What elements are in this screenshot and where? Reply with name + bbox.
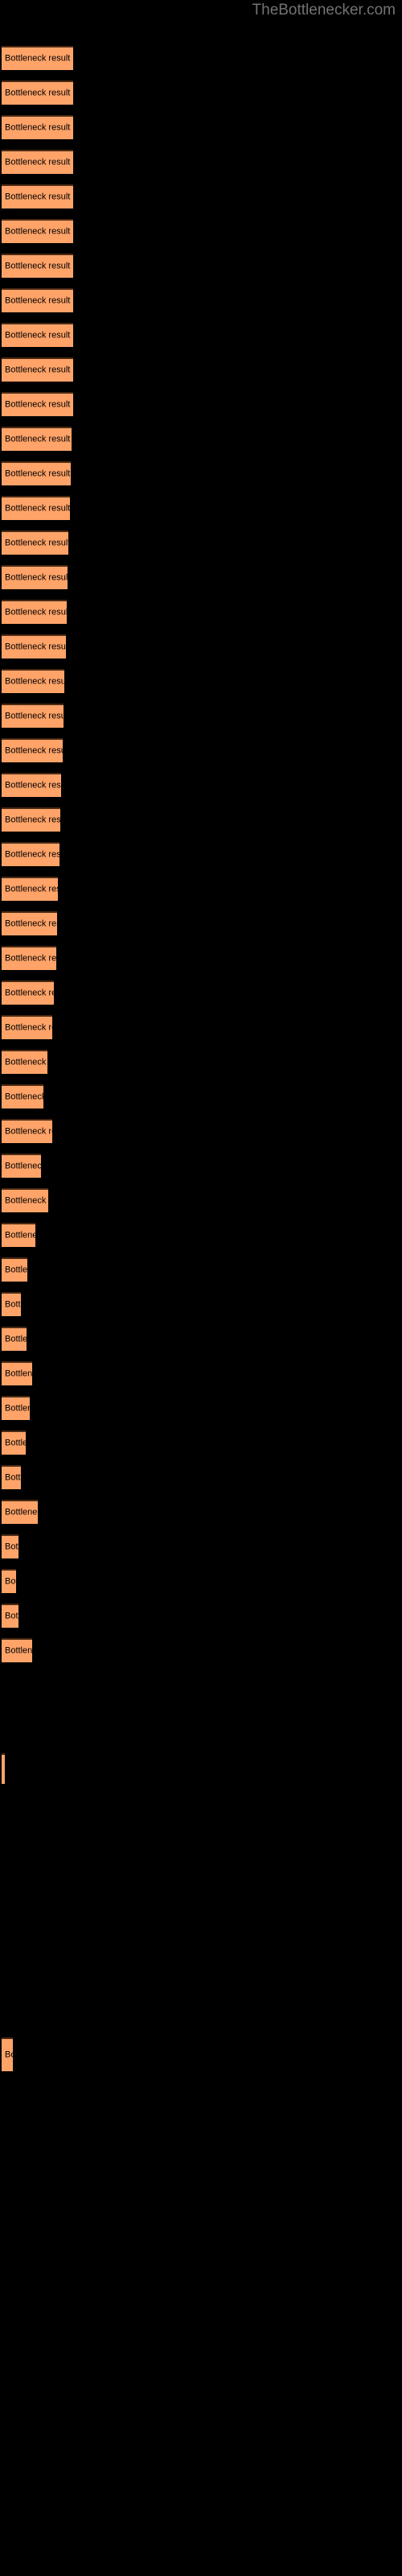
bar[interactable]: Bottleneck result xyxy=(2,807,60,832)
bar[interactable]: Bottleneck result xyxy=(2,427,72,451)
bar-label: Bottleneck result xyxy=(5,1645,32,1656)
bar-label: Bottleneck result xyxy=(5,88,71,98)
bar[interactable]: Bottleneck result xyxy=(2,634,66,658)
bar-series: Bottleneck result Bottleneck result Bottle… xyxy=(0,0,402,2576)
bar-label: Bottleneck result xyxy=(5,1092,43,1102)
bar-label: Bottleneck result xyxy=(5,192,71,202)
bar-label: Bottleneck result xyxy=(5,1438,26,1448)
bar[interactable]: Bottleneck result xyxy=(2,1084,43,1108)
bar[interactable]: Bottleneck result xyxy=(2,1638,32,1662)
bar[interactable]: Bottleneck result xyxy=(2,946,56,970)
bar-label: Bottleneck result xyxy=(5,295,71,306)
bar-label: Bottleneck result xyxy=(5,1265,27,1275)
bar[interactable]: Bottleneck result xyxy=(2,1188,48,1212)
bar-label: Bottleneck result xyxy=(5,988,54,998)
bar[interactable]: Bottleneck result xyxy=(2,2037,13,2071)
bar-label: Bottleneck result xyxy=(5,642,66,652)
bar-label: Bottleneck result xyxy=(5,1161,41,1171)
bar[interactable]: Bottleneck result xyxy=(2,219,73,243)
bar-label: Bottleneck result xyxy=(5,399,71,410)
bar[interactable]: Bottleneck result xyxy=(2,842,59,866)
bar-label: Bottleneck result xyxy=(5,365,71,375)
bar-label: Bottleneck result xyxy=(5,1057,47,1067)
bar-label: Bottleneck result xyxy=(5,884,58,894)
bar[interactable]: Bottleneck result xyxy=(2,1465,21,1489)
bar-label: Bottleneck result xyxy=(5,226,71,237)
bar[interactable]: Bottleneck result xyxy=(2,738,63,762)
bar-label: Bottleneck result xyxy=(5,1195,48,1206)
bar[interactable]: Bottleneck result xyxy=(2,1396,30,1420)
bar-label: Bottleneck result xyxy=(5,711,64,721)
bar[interactable]: Bottleneck result xyxy=(2,323,73,347)
bar[interactable]: Bottleneck result xyxy=(2,357,73,382)
bar[interactable]: Bottleneck result xyxy=(2,773,61,797)
bar[interactable]: Bottleneck result xyxy=(2,496,70,520)
bar-label: Bottleneck result xyxy=(5,1022,52,1033)
bar-label: Bottleneck result xyxy=(5,122,71,133)
bar[interactable]: Bottleneck result xyxy=(2,911,57,935)
bar-label: Bottleneck result xyxy=(5,1403,30,1414)
bar-label: Bottleneck result xyxy=(5,157,71,167)
bar-label: Bottleneck result xyxy=(5,1299,21,1310)
bar[interactable]: Bottleneck result xyxy=(2,1015,52,1039)
bar-label: Bottleneck result xyxy=(5,538,68,548)
bar-label: Bottleneck result xyxy=(5,849,59,860)
bar[interactable]: Bottleneck result xyxy=(2,1569,16,1593)
bar[interactable]: Bottleneck result xyxy=(2,1223,35,1247)
bar-label: Bottleneck result xyxy=(5,261,71,271)
bar-label: Bottleneck result xyxy=(5,1368,32,1379)
bar[interactable]: Bottleneck result xyxy=(2,1500,38,1524)
bar-label: Bottleneck result xyxy=(5,953,56,964)
bar[interactable]: Bottleneck result xyxy=(2,1050,47,1074)
bar-label: Bottleneck result xyxy=(5,503,70,514)
bar[interactable]: Bottleneck result xyxy=(2,392,73,416)
bar-label: Bottleneck result xyxy=(5,676,64,687)
bar-label: Bottleneck result xyxy=(5,1334,27,1344)
bar[interactable]: Bottleneck result xyxy=(2,1257,27,1282)
bar[interactable]: Bottleneck result xyxy=(2,1292,21,1316)
bar[interactable]: Bottleneck result xyxy=(2,288,73,312)
bar-label: Bottleneck result xyxy=(5,1507,38,1517)
bar-label: Bottleneck result xyxy=(5,815,60,825)
bar-label: Bottleneck result xyxy=(5,1472,21,1483)
bar[interactable]: Bottleneck result xyxy=(2,669,64,693)
bar[interactable]: Bottleneck result xyxy=(2,1604,18,1628)
bar-label: Bottleneck result xyxy=(5,607,67,617)
bar-label: Bottleneck result xyxy=(5,745,63,756)
bar-label: Bottleneck result xyxy=(5,1611,18,1621)
bar[interactable]: Bottleneck result xyxy=(2,1753,5,1784)
bar-label: Bottleneck result xyxy=(5,1230,35,1241)
bar-label: Bottleneck result xyxy=(5,572,68,583)
bar[interactable]: Bottleneck result xyxy=(2,115,73,139)
bar-label: Bottleneck result xyxy=(5,1576,16,1587)
bar[interactable]: Bottleneck result xyxy=(2,1361,32,1385)
bar-label: Bottleneck result xyxy=(5,469,71,479)
bar-label: Bottleneck result xyxy=(5,434,71,444)
bar-label: Bottleneck result xyxy=(5,919,57,929)
bar[interactable]: Bottleneck result xyxy=(2,980,54,1005)
bar[interactable]: Bottleneck result xyxy=(2,530,68,555)
bar[interactable]: Bottleneck result xyxy=(2,565,68,589)
bar[interactable]: Bottleneck result xyxy=(2,1327,27,1351)
bar[interactable]: Bottleneck result xyxy=(2,80,73,105)
bar[interactable]: Bottleneck result xyxy=(2,150,73,174)
bar[interactable]: Bottleneck result xyxy=(2,1430,26,1455)
bar[interactable]: Bottleneck result xyxy=(2,877,58,901)
bar[interactable]: Bottleneck result xyxy=(2,461,71,485)
bar[interactable]: Bottleneck result xyxy=(2,704,64,728)
bar-label: Bottleneck result xyxy=(5,780,61,791)
bar-label: Bottleneck result xyxy=(5,1542,18,1552)
bar[interactable]: Bottleneck result xyxy=(2,1154,41,1178)
bar[interactable]: Bottleneck result xyxy=(2,1119,52,1143)
bar[interactable]: Bottleneck result xyxy=(2,184,73,208)
bar-label: Bottleneck result xyxy=(5,53,71,64)
bottleneck-bar-chart: TheBottlenecker.com Bottleneck result Bot… xyxy=(0,0,402,2576)
bar-label: Bottleneck result xyxy=(5,1126,52,1137)
bar-label: Bottleneck result xyxy=(5,330,71,341)
bar[interactable]: Bottleneck result xyxy=(2,600,67,624)
bar[interactable]: Bottleneck result xyxy=(2,1534,18,1558)
bar[interactable]: Bottleneck result xyxy=(2,46,73,70)
bar-label: Bottleneck result xyxy=(5,2050,13,2060)
bar[interactable]: Bottleneck result xyxy=(2,254,73,278)
